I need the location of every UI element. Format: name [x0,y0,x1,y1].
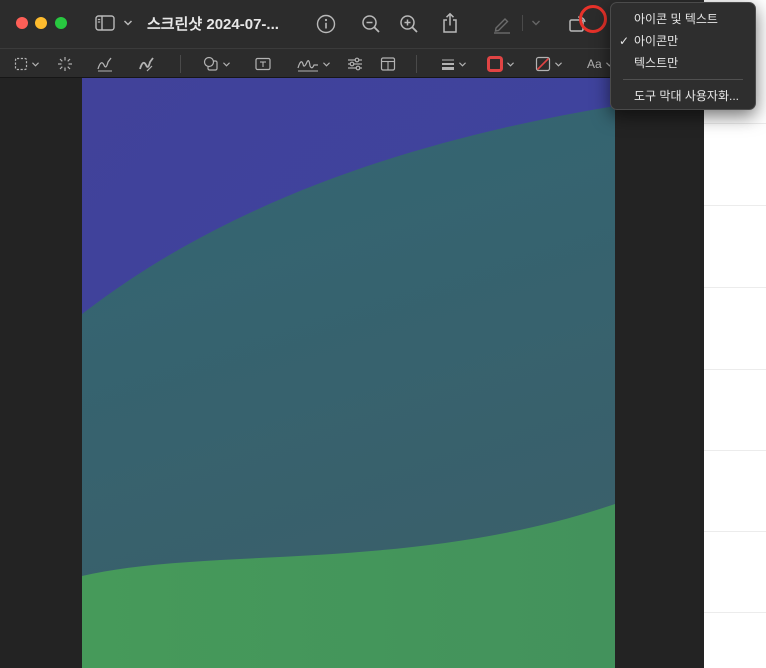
sidebar-icon [95,15,115,31]
document-canvas [0,78,704,668]
border-color-icon [487,56,503,72]
menu-item-text-only[interactable]: 텍스트만 [617,53,749,73]
sidebar-toggle-button[interactable] [95,13,133,33]
toolbar-divider [522,15,523,31]
chevron-down-icon [555,61,562,67]
sketch-icon [97,57,112,72]
preview-window: 스크린샷 2024-07-... Aa [0,0,704,668]
chevron-down-icon [323,61,330,67]
zoom-out-icon [362,15,380,33]
menu-item-customize-toolbar[interactable]: 도구 막대 사용자화... [617,86,749,106]
markup-button[interactable] [490,12,514,36]
chevron-down-icon [32,61,39,67]
magic-wand-icon [58,57,72,71]
info-button[interactable] [314,12,338,36]
sliders-icon [348,57,362,71]
shape-style-tool[interactable] [441,54,467,74]
markup-divider [180,55,181,73]
selection-tool[interactable] [14,54,40,74]
fill-color-tool[interactable] [535,54,563,74]
line-weight-icon [442,59,454,70]
chevron-down-icon [123,20,133,26]
chevron-down-icon [532,20,540,26]
text-box-icon [255,57,271,71]
text-style-label: Aa [587,57,602,71]
chevron-down-icon [507,61,514,67]
text-box-tool[interactable] [255,54,271,74]
shapes-icon [203,56,218,71]
document-image[interactable] [82,78,615,668]
chevron-down-icon [223,61,230,67]
toolbar-display-menu: 아이콘 및 텍스트 ✓ 아이콘만 텍스트만 도구 막대 사용자화... [610,2,756,110]
minimize-button[interactable] [35,17,47,29]
close-button[interactable] [16,17,28,29]
signature-icon [297,60,318,72]
chevron-down-icon [459,61,466,67]
fill-color-icon [535,56,551,72]
shapes-tool[interactable] [203,54,231,74]
markup-toolbar: Aa [0,48,704,78]
highlight-circle-annotation [579,5,607,33]
zoom-out-button[interactable] [359,12,383,36]
draw-icon [139,57,154,72]
menu-item-icon-and-text[interactable]: 아이콘 및 텍스트 [617,9,749,29]
checkmark-icon: ✓ [619,34,630,48]
page-layout-tool[interactable] [380,54,396,74]
markup-divider [416,55,417,73]
border-color-tool[interactable] [487,54,515,74]
draw-tool[interactable] [138,54,156,74]
share-button[interactable] [438,10,462,36]
zoom-in-icon [400,15,418,33]
pen-icon [494,18,510,34]
zoom-button[interactable] [55,17,67,29]
sign-tool[interactable] [297,54,331,74]
zoom-in-button[interactable] [397,12,421,36]
menu-item-icon-only[interactable]: ✓ 아이콘만 [617,31,749,51]
markup-options-chevron[interactable] [530,17,542,29]
window-title: 스크린샷 2024-07-... [147,16,279,33]
layout-icon [380,57,396,71]
share-icon [443,12,457,33]
adjust-color-tool[interactable] [347,54,363,74]
sketch-tool[interactable] [96,54,114,74]
instant-alpha-tool[interactable] [57,54,73,74]
info-icon [316,14,336,34]
menu-separator [623,79,743,80]
rect-selection-icon [14,57,28,71]
